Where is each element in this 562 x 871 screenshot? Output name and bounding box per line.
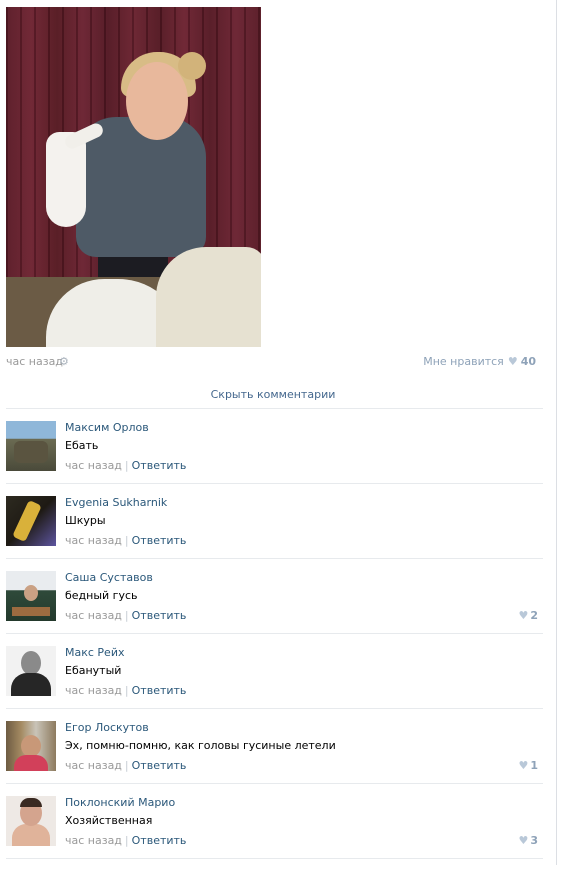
- heart-icon: ♥: [507, 355, 518, 368]
- reply-link[interactable]: Ответить: [132, 684, 187, 697]
- comment-text: Хозяйственная: [65, 814, 153, 827]
- comment-author[interactable]: Саша Суставов: [65, 571, 153, 584]
- comment-time[interactable]: час назад: [65, 534, 122, 547]
- comment-text: Ебать: [65, 439, 99, 452]
- comment-item: Саша Суставов бедный гусь час назад | Отве…: [0, 571, 546, 646]
- separator: |: [124, 534, 129, 547]
- comment-like-count: 2: [530, 609, 538, 622]
- divider: [6, 558, 543, 559]
- avatar[interactable]: [6, 721, 56, 771]
- comment-item: Максим Орлов Ебать час назад | Ответить: [0, 421, 546, 496]
- like-label: Мне нравится: [423, 355, 504, 368]
- reply-link[interactable]: Ответить: [132, 534, 187, 547]
- comment-meta: час назад | Ответить: [65, 459, 186, 472]
- reply-link[interactable]: Ответить: [132, 609, 187, 622]
- post-time[interactable]: час назад: [6, 355, 63, 368]
- separator: |: [124, 834, 129, 847]
- separator: |: [124, 609, 129, 622]
- comment-author[interactable]: Макс Рейх: [65, 646, 124, 659]
- divider: [6, 708, 543, 709]
- comment-item: Поклонский Марио Хозяйственная час назад…: [0, 796, 546, 871]
- comment-meta: час назад | Ответить: [65, 609, 186, 622]
- comment-author[interactable]: Егор Лоскутов: [65, 721, 149, 734]
- post-like-button[interactable]: Мне нравится ♥ 40: [423, 355, 536, 368]
- avatar[interactable]: [6, 496, 56, 546]
- gear-icon[interactable]: ⚙: [59, 356, 70, 367]
- comment-time[interactable]: час назад: [65, 759, 122, 772]
- heart-icon: ♥: [518, 834, 529, 847]
- comment-item: Evgenia Sukharnik Шкуры час назад | Ответи…: [0, 496, 546, 571]
- comment-time[interactable]: час назад: [65, 684, 122, 697]
- heart-icon: ♥: [518, 609, 529, 622]
- comment-author[interactable]: Evgenia Sukharnik: [65, 496, 167, 509]
- separator: |: [124, 459, 129, 472]
- avatar[interactable]: [6, 421, 56, 471]
- right-border: [556, 0, 557, 865]
- comment-meta: час назад | Ответить: [65, 759, 186, 772]
- separator: |: [124, 759, 129, 772]
- reply-link[interactable]: Ответить: [132, 759, 187, 772]
- like-count: 40: [520, 355, 536, 368]
- separator: |: [124, 684, 129, 697]
- comment-like-button[interactable]: ♥ 2: [518, 609, 538, 622]
- comment-meta: час назад | Ответить: [65, 834, 186, 847]
- divider: [6, 483, 543, 484]
- reply-link[interactable]: Ответить: [132, 459, 187, 472]
- divider: [6, 408, 543, 409]
- hide-comments-link[interactable]: Скрыть комментарии: [0, 388, 546, 401]
- comment-author[interactable]: Максим Орлов: [65, 421, 149, 434]
- comment-text: бедный гусь: [65, 589, 138, 602]
- comment-time[interactable]: час назад: [65, 609, 122, 622]
- comment-like-button[interactable]: ♥ 3: [518, 834, 538, 847]
- post-photo[interactable]: [6, 7, 261, 347]
- divider: [6, 858, 543, 859]
- divider: [6, 783, 543, 784]
- comment-text: Эх, помню-помню, как головы гусиные лете…: [65, 739, 336, 752]
- comment-time[interactable]: час назад: [65, 834, 122, 847]
- comment-meta: час назад | Ответить: [65, 684, 186, 697]
- comment-like-button[interactable]: ♥ 1: [518, 759, 538, 772]
- divider: [6, 633, 543, 634]
- heart-icon: ♥: [518, 759, 529, 772]
- avatar[interactable]: [6, 796, 56, 846]
- comment-item: Макс Рейх Ебанутый час назад | Ответить: [0, 646, 546, 721]
- comment-item: Егор Лоскутов Эх, помню-помню, как голов…: [0, 721, 546, 796]
- comment-like-count: 3: [530, 834, 538, 847]
- avatar[interactable]: [6, 571, 56, 621]
- comment-like-count: 1: [530, 759, 538, 772]
- avatar[interactable]: [6, 646, 56, 696]
- comment-author[interactable]: Поклонский Марио: [65, 796, 175, 809]
- comment-text: Ебанутый: [65, 664, 122, 677]
- comment-meta: час назад | Ответить: [65, 534, 186, 547]
- reply-link[interactable]: Ответить: [132, 834, 187, 847]
- comment-text: Шкуры: [65, 514, 106, 527]
- comment-time[interactable]: час назад: [65, 459, 122, 472]
